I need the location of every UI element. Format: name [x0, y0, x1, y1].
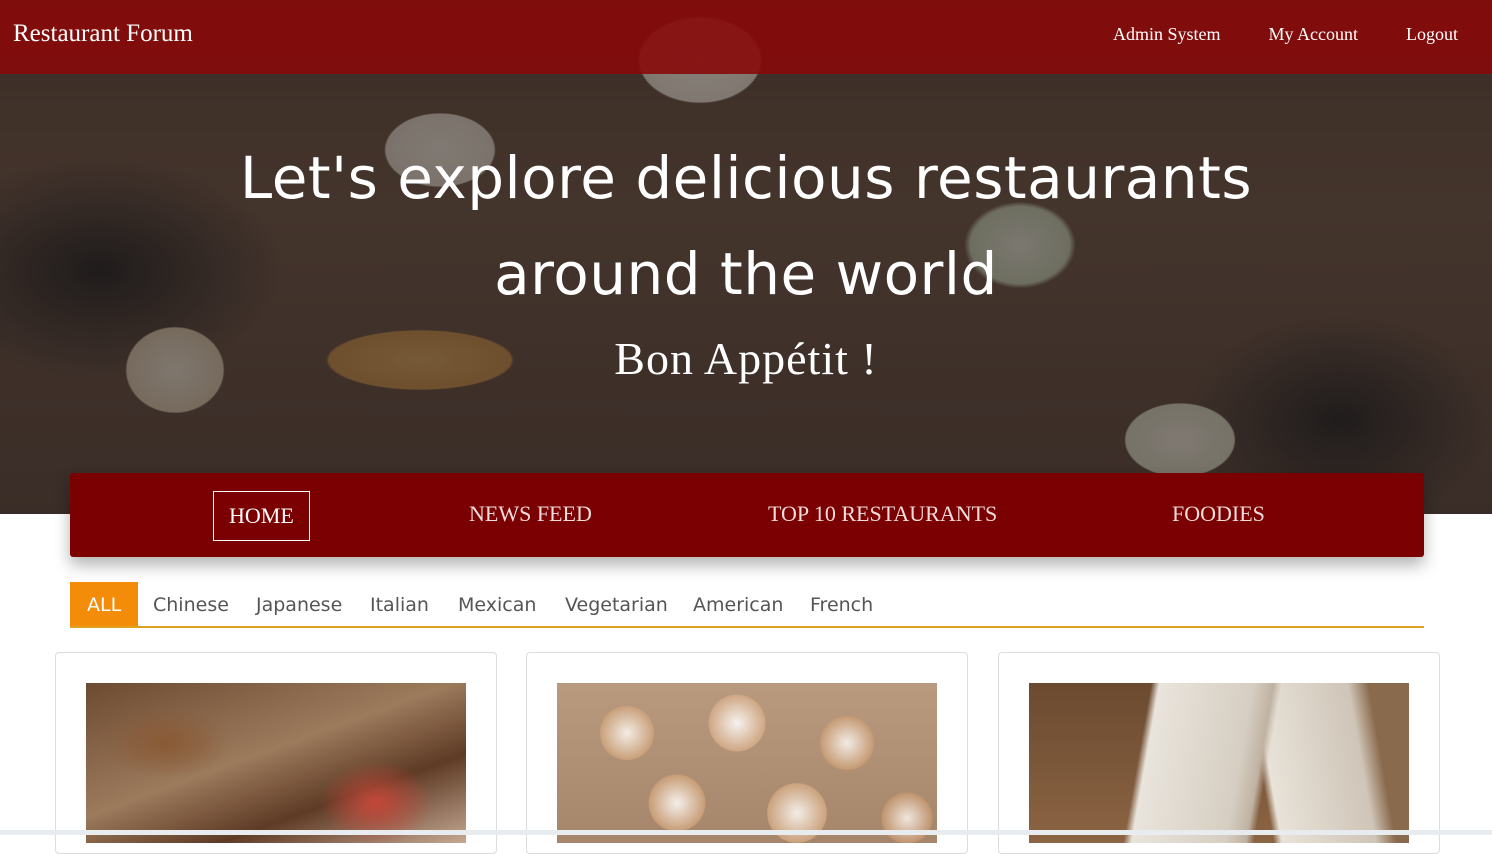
brand-link[interactable]: Restaurant Forum — [13, 20, 193, 48]
hero-title: Let's explore delicious restaurants arou… — [239, 144, 1253, 308]
top-navbar: Restaurant Forum Admin System My Account… — [0, 0, 1492, 74]
restaurant-card[interactable] — [55, 652, 497, 854]
category-mexican[interactable]: Mexican — [458, 582, 536, 626]
logout-link[interactable]: Logout — [1406, 24, 1458, 45]
tab-news-feed[interactable]: NEWS FEED — [469, 491, 592, 537]
restaurant-image[interactable] — [86, 683, 466, 843]
category-all[interactable]: ALL — [70, 582, 139, 626]
tab-home[interactable]: HOME — [213, 491, 310, 541]
page-bottom-edge — [0, 830, 1492, 835]
navbar-links: Admin System My Account Logout — [1113, 24, 1458, 45]
category-french[interactable]: French — [810, 582, 873, 626]
restaurant-image[interactable] — [557, 683, 937, 843]
admin-system-link[interactable]: Admin System — [1113, 24, 1221, 45]
category-italian[interactable]: Italian — [370, 582, 429, 626]
tab-foodies[interactable]: FOODIES — [1172, 491, 1265, 537]
restaurant-card[interactable] — [526, 652, 968, 854]
category-chinese[interactable]: Chinese — [153, 582, 229, 626]
section-nav: HOME NEWS FEED TOP 10 RESTAURANTS FOODIE… — [70, 473, 1424, 557]
category-american[interactable]: American — [693, 582, 783, 626]
tab-top-10-restaurants[interactable]: TOP 10 RESTAURANTS — [768, 491, 997, 537]
hero-subtitle: Bon Appétit ! — [614, 333, 878, 384]
hero-banner: Let's explore delicious restaurants arou… — [0, 0, 1492, 514]
my-account-link[interactable]: My Account — [1269, 24, 1359, 45]
restaurant-card[interactable] — [998, 652, 1440, 854]
category-tabs: ALL Chinese Japanese Italian Mexican Veg… — [70, 582, 1424, 628]
restaurant-image[interactable] — [1029, 683, 1409, 843]
category-vegetarian[interactable]: Vegetarian — [565, 582, 668, 626]
category-japanese[interactable]: Japanese — [256, 582, 342, 626]
